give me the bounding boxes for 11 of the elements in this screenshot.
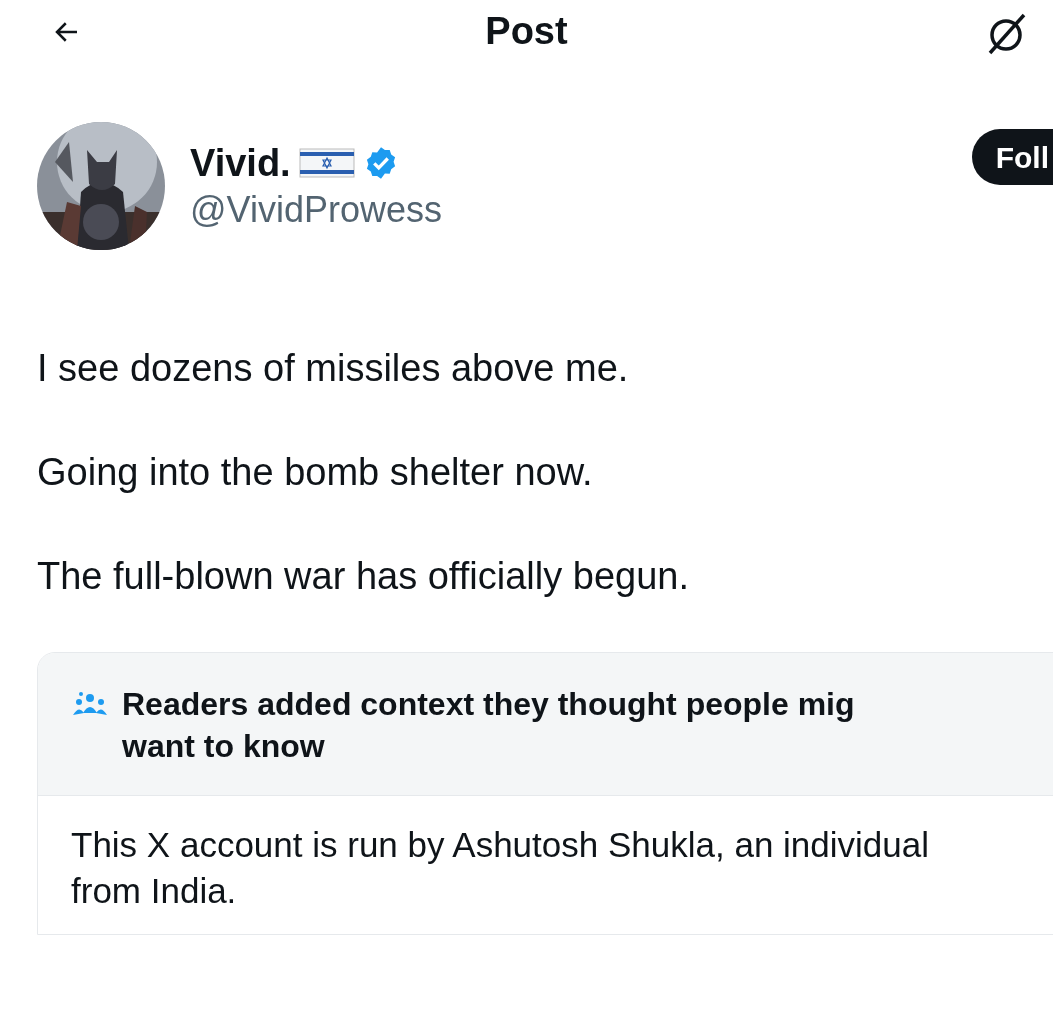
post-text: The full-blown war has officially begun. — [37, 554, 690, 599]
display-name: Vivid. — [190, 141, 291, 186]
post-text: I see dozens of missiles above me. — [37, 346, 630, 391]
note-title: want to know — [122, 727, 326, 766]
post-text: Going into the bomb shelter now. — [37, 450, 594, 495]
note-title: Readers added context they thought people mig — [122, 685, 855, 724]
page-title: Post — [485, 8, 568, 54]
note-text: This X account is run by Ashutosh Shukla, an individual from India. — [70, 824, 930, 912]
username: @VividProwess — [190, 188, 442, 232]
flag-icon — [298, 148, 355, 178]
follow-button[interactable]: Foll — [971, 129, 1053, 185]
